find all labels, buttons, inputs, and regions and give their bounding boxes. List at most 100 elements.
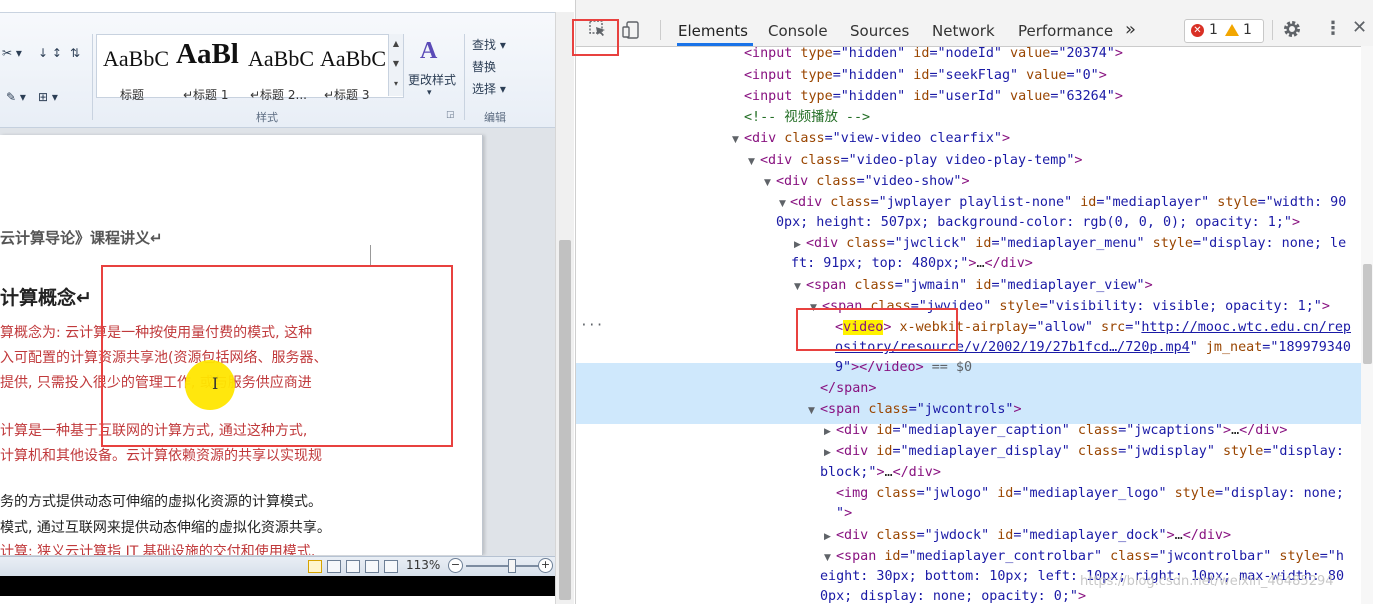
tab-sources[interactable]: Sources (850, 0, 909, 46)
dom-node-continuation: 0px; height: 507px; background-color: rg… (776, 215, 1301, 230)
dom-tree: <input type="hidden" id="nodeId" value="… (576, 46, 1361, 604)
expand-arrow-icon[interactable]: ▶ (824, 532, 831, 542)
cut-icon[interactable]: ✂ ▾ (2, 46, 22, 60)
expand-arrow-icon[interactable]: ▶ (824, 448, 831, 458)
more-options-icon[interactable]: ⋮ (1324, 18, 1342, 39)
style-sample-heading3[interactable]: AaBbC (320, 46, 386, 72)
dom-node[interactable]: <div class="video-show"> (776, 172, 970, 192)
find-button[interactable]: 查找 ▾ (472, 36, 506, 53)
tab-performance[interactable]: Performance (1018, 0, 1113, 46)
expand-arrow-icon[interactable]: ▶ (824, 427, 831, 437)
draft-view-icon[interactable] (384, 560, 398, 573)
text-boundary-mark (370, 245, 371, 267)
collapse-arrow-icon[interactable]: ▼ (748, 157, 755, 167)
web-layout-icon[interactable] (346, 560, 360, 573)
sort-icon[interactable]: ↓ ↕ (38, 46, 62, 60)
zoom-slider-thumb[interactable] (508, 559, 517, 573)
style-name-heading1: ↵标题 1 (183, 88, 229, 102)
devtools-panel: Elements Console Sources Network Perform… (575, 0, 1373, 604)
zoom-in-button[interactable]: + (538, 558, 553, 573)
expand-arrow-icon[interactable]: ▶ (794, 240, 801, 250)
scrollbar-thumb[interactable] (559, 240, 571, 600)
dom-node[interactable]: <input type="hidden" id="seekFlag" value… (744, 66, 1107, 86)
zoom-out-button[interactable]: − (448, 558, 463, 573)
dom-node[interactable]: <span class="jwmain" id="mediaplayer_vie… (806, 276, 1153, 296)
style-sample-heading1[interactable]: AaBl (176, 38, 239, 71)
error-count: 1 (1209, 22, 1218, 38)
settings-gear-icon[interactable] (1282, 19, 1302, 43)
dom-node[interactable]: <div class="jwdock" id="mediaplayer_dock… (836, 526, 1231, 546)
zoom-slider[interactable] (466, 565, 544, 567)
dom-node[interactable]: <div class="jwplayer playlist-none" id="… (790, 193, 1346, 213)
style-name-title: 标题 (120, 88, 145, 102)
shading-icon[interactable]: ✎ ▾ (6, 90, 26, 104)
dom-node[interactable]: <div class="view-video clearfix"> (744, 129, 1010, 149)
styles-dialog-launcher-icon[interactable]: ◲ (446, 110, 455, 120)
error-icon: ✕ (1191, 24, 1204, 37)
replace-button[interactable]: 替换 (472, 58, 496, 75)
dom-node[interactable]: <span class="jwcontrols"> (820, 400, 1022, 420)
borders-icon[interactable]: ⊞ ▾ (38, 90, 58, 104)
collapse-arrow-icon[interactable]: ▼ (764, 178, 771, 188)
doc-line-red: 计算机和其他设备。云计算依赖资源的共享以实现规 (0, 448, 322, 464)
dom-node-continuation: "> (836, 506, 853, 521)
devtools-toolbar: Elements Console Sources Network Perform… (576, 0, 1373, 47)
dom-node[interactable]: <span id="mediaplayer_controlbar" class=… (836, 547, 1344, 567)
ribbon-border (0, 12, 555, 13)
dom-node-continuation: 0px; display: none; opacity: 0;"> (820, 589, 1087, 604)
taskbar-strip (0, 576, 555, 596)
dom-node[interactable]: <input type="hidden" id="userId" value="… (744, 87, 1123, 107)
dom-node[interactable]: <div id="mediaplayer_display" class="jwd… (836, 442, 1344, 462)
zoom-level[interactable]: 113% (406, 558, 440, 572)
tab-network[interactable]: Network (932, 0, 995, 46)
style-name-heading2: ↵标题 2... (250, 88, 307, 102)
full-screen-reading-icon[interactable] (327, 560, 341, 573)
change-styles-icon[interactable]: A (420, 38, 437, 65)
gallery-scroll-buttons[interactable]: ▲ ▼ ▾ (388, 34, 403, 96)
device-toolbar-icon[interactable] (622, 21, 640, 43)
outline-view-icon[interactable] (365, 560, 379, 573)
node-actions-ellipsis-icon[interactable]: ··· (580, 318, 603, 333)
style-sample-heading2[interactable]: AaBbC (248, 46, 314, 72)
style-sample-title[interactable]: AaBbC (103, 46, 169, 72)
issues-counter[interactable]: ✕ 1 1 (1184, 19, 1264, 43)
paragraph-sort-icon[interactable]: ⇅ (70, 46, 80, 60)
editing-group-label: 编辑 (484, 111, 506, 124)
close-devtools-icon[interactable]: ✕ (1352, 17, 1367, 38)
change-styles-dropdown-icon[interactable]: ▾ (427, 88, 432, 98)
dom-node[interactable]: <div class="video-play video-play-temp"> (760, 151, 1082, 171)
warning-icon (1225, 24, 1239, 36)
collapse-arrow-icon[interactable]: ▼ (824, 553, 831, 563)
ribbon-divider (464, 34, 465, 120)
scrollbar-thumb[interactable] (1363, 264, 1372, 364)
tab-console[interactable]: Console (768, 0, 828, 46)
word-vertical-scrollbar[interactable] (555, 12, 574, 604)
ribbon-divider (92, 34, 93, 120)
toolbar-separator (1272, 20, 1273, 40)
style-name-heading3: ↵标题 3 (324, 88, 370, 102)
doc-line-red: 计算: 狭义云计算指 IT 基础设施的交付和使用模式, (0, 544, 316, 555)
change-styles-button[interactable]: 更改样式 (408, 71, 456, 88)
word-window: ✂ ▾ ↓ ↕ ⇅ ✎ ▾ ⊞ ▾ AaBbC 标题 AaBl ↵标题 1 Aa… (0, 0, 555, 604)
collapse-arrow-icon[interactable]: ▼ (732, 135, 739, 145)
dom-node[interactable]: <div id="mediaplayer_caption" class="jwc… (836, 421, 1288, 441)
tab-elements[interactable]: Elements (678, 0, 748, 46)
annotation-box-inspect (572, 19, 619, 56)
dom-node[interactable]: <input type="hidden" id="nodeId" value="… (744, 46, 1123, 64)
collapse-arrow-icon[interactable]: ▼ (779, 199, 786, 209)
dom-comment[interactable]: <!-- 视频播放 --> (744, 108, 870, 128)
annotation-box-doc (101, 265, 453, 447)
collapse-arrow-icon[interactable]: ▼ (794, 282, 801, 292)
more-tabs-button[interactable]: » (1125, 0, 1136, 46)
dom-node[interactable]: <img class="jwlogo" id="mediaplayer_logo… (836, 484, 1344, 504)
doc-heading: 计算概念↵ (0, 287, 92, 309)
select-button[interactable]: 选择 ▾ (472, 80, 506, 97)
dom-tree-scrollbar[interactable] (1361, 46, 1373, 604)
collapse-arrow-icon[interactable]: ▼ (808, 406, 815, 416)
dom-closing-tag[interactable]: </span> (820, 379, 876, 399)
dom-node[interactable]: <div class="jwclick" id="mediaplayer_men… (806, 234, 1346, 254)
dom-node-continuation: block;">…</div> (820, 465, 941, 480)
print-layout-icon[interactable] (308, 560, 322, 573)
toolbar-separator (660, 20, 661, 40)
annotation-box-video-tag (796, 308, 958, 351)
